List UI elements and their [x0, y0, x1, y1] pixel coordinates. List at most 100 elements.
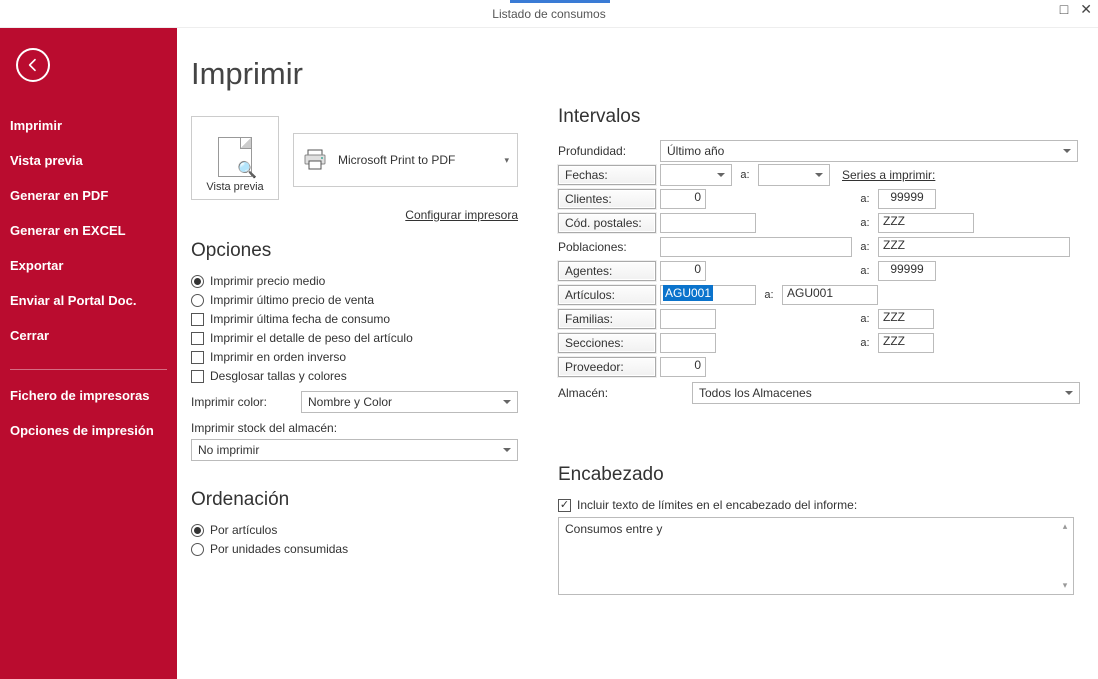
check-ultima-fecha[interactable]: Imprimir última fecha de consumo	[191, 312, 518, 326]
proveedor-button[interactable]: Proveedor:	[558, 357, 656, 377]
sidebar-item-opciones-impresion[interactable]: Opciones de impresión	[0, 413, 177, 448]
scroll-down-icon: ▾	[1063, 580, 1068, 591]
check-label: Incluir texto de límites en el encabezad…	[577, 498, 857, 512]
scroll-up-icon: ▴	[1063, 521, 1068, 532]
agentes-button[interactable]: Agentes:	[558, 261, 656, 281]
a-label: a:	[856, 217, 874, 229]
fecha-from-select[interactable]	[660, 164, 732, 186]
sidebar-item-pdf[interactable]: Generar en PDF	[0, 178, 177, 213]
radio-label: Por unidades consumidas	[210, 542, 348, 556]
profundidad-label: Profundidad:	[558, 141, 656, 161]
secciones-from-input[interactable]	[660, 333, 716, 353]
imprimir-stock-select[interactable]: No imprimir	[191, 439, 518, 461]
radio-precio-medio[interactable]: Imprimir precio medio	[191, 274, 518, 288]
poblaciones-label: Poblaciones:	[558, 237, 656, 257]
ordenacion-title: Ordenación	[191, 489, 518, 511]
back-button[interactable]	[16, 48, 50, 82]
familias-to-input[interactable]: ZZZ	[878, 309, 934, 329]
sidebar-separator	[10, 369, 167, 370]
articulos-to-input[interactable]: AGU001	[782, 285, 878, 305]
radio-label: Imprimir último precio de venta	[210, 293, 374, 307]
window-close-icon[interactable]: ✕	[1080, 2, 1092, 16]
profundidad-select[interactable]: Último año	[660, 140, 1078, 162]
radio-ultimo-precio[interactable]: Imprimir último precio de venta	[191, 293, 518, 307]
secciones-to-input[interactable]: ZZZ	[878, 333, 934, 353]
radio-por-articulos[interactable]: Por artículos	[191, 523, 518, 537]
sidebar-item-fichero-impresoras[interactable]: Fichero de impresoras	[0, 378, 177, 413]
fechas-button[interactable]: Fechas:	[558, 165, 656, 185]
printer-select[interactable]: Microsoft Print to PDF ▾	[293, 133, 518, 187]
checkbox-icon	[191, 332, 204, 345]
radio-icon	[191, 543, 204, 556]
checkbox-icon	[191, 313, 204, 326]
radio-icon	[191, 275, 204, 288]
sidebar-item-vista-previa[interactable]: Vista previa	[0, 143, 177, 178]
a-label: a:	[856, 193, 874, 205]
sidebar-item-imprimir[interactable]: Imprimir	[0, 108, 177, 143]
window-title: Listado de consumos	[492, 7, 605, 21]
check-desglosar-tallas[interactable]: Desglosar tallas y colores	[191, 369, 518, 383]
vista-previa-button[interactable]: 🔍 Vista previa	[191, 116, 279, 200]
sidebar-item-cerrar[interactable]: Cerrar	[0, 318, 177, 353]
checkbox-icon	[191, 351, 204, 364]
intervalos-title: Intervalos	[558, 106, 1080, 128]
sidebar-item-exportar[interactable]: Exportar	[0, 248, 177, 283]
check-label: Imprimir última fecha de consumo	[210, 312, 390, 326]
a-label: a:	[856, 313, 874, 325]
printer-icon	[302, 148, 328, 172]
a-label: a:	[760, 289, 778, 301]
series-imprimir-link[interactable]: Series a imprimir:	[842, 168, 935, 182]
agentes-from-input[interactable]: 0	[660, 261, 706, 281]
clientes-to-input[interactable]: 99999	[878, 189, 936, 209]
checkbox-icon	[558, 499, 571, 512]
radio-label: Imprimir precio medio	[210, 274, 325, 288]
printer-name: Microsoft Print to PDF	[338, 153, 504, 167]
imprimir-color-select[interactable]: Nombre y Color	[301, 391, 518, 413]
check-detalle-peso[interactable]: Imprimir el detalle de peso del artículo	[191, 331, 518, 345]
check-orden-inverso[interactable]: Imprimir en orden inverso	[191, 350, 518, 364]
almacen-label: Almacén:	[558, 383, 688, 403]
document-preview-icon: 🔍	[218, 137, 252, 177]
radio-por-unidades[interactable]: Por unidades consumidas	[191, 542, 518, 556]
a-label: a:	[736, 169, 754, 181]
check-label: Imprimir el detalle de peso del artículo	[210, 331, 413, 345]
poblaciones-to-input[interactable]: ZZZ	[878, 237, 1070, 257]
vista-previa-label: Vista previa	[206, 181, 263, 193]
configurar-impresora-link[interactable]: Configurar impresora	[405, 208, 518, 222]
encabezado-title: Encabezado	[558, 464, 1080, 486]
agentes-to-input[interactable]: 99999	[878, 261, 936, 281]
proveedor-from-input[interactable]: 0	[660, 357, 706, 377]
check-label: Desglosar tallas y colores	[210, 369, 347, 383]
cp-to-input[interactable]: ZZZ	[878, 213, 974, 233]
scrollbar[interactable]: ▴ ▾	[1058, 519, 1072, 593]
checkbox-icon	[191, 370, 204, 383]
chevron-down-icon: ▾	[504, 155, 509, 166]
familias-button[interactable]: Familias:	[558, 309, 656, 329]
radio-icon	[191, 524, 204, 537]
sidebar-item-excel[interactable]: Generar en EXCEL	[0, 213, 177, 248]
sidebar-item-portal[interactable]: Enviar al Portal Doc.	[0, 283, 177, 318]
articulos-button[interactable]: Artículos:	[558, 285, 656, 305]
a-label: a:	[856, 337, 874, 349]
familias-from-input[interactable]	[660, 309, 716, 329]
a-label: a:	[856, 265, 874, 277]
cp-from-input[interactable]	[660, 213, 756, 233]
codpostales-button[interactable]: Cód. postales:	[558, 213, 656, 233]
a-label: a:	[856, 241, 874, 253]
articulos-from-input[interactable]: AGU001	[660, 285, 756, 305]
fecha-to-select[interactable]	[758, 164, 830, 186]
encabezado-textarea[interactable]: Consumos entre y ▴ ▾	[558, 517, 1074, 595]
window-maximize-icon[interactable]: □	[1060, 2, 1068, 16]
clientes-button[interactable]: Clientes:	[558, 189, 656, 209]
almacen-select[interactable]: Todos los Almacenes	[692, 382, 1080, 404]
imprimir-color-label: Imprimir color:	[191, 395, 301, 409]
imprimir-stock-label: Imprimir stock del almacén:	[191, 421, 518, 435]
encabezado-text-value: Consumos entre y	[565, 522, 662, 536]
poblaciones-from-input[interactable]	[660, 237, 852, 257]
arrow-left-icon	[25, 57, 41, 73]
clientes-from-input[interactable]: 0	[660, 189, 706, 209]
check-incluir-texto-limites[interactable]: Incluir texto de límites en el encabezad…	[558, 498, 1080, 512]
opciones-title: Opciones	[191, 240, 518, 262]
secciones-button[interactable]: Secciones:	[558, 333, 656, 353]
radio-icon	[191, 294, 204, 307]
